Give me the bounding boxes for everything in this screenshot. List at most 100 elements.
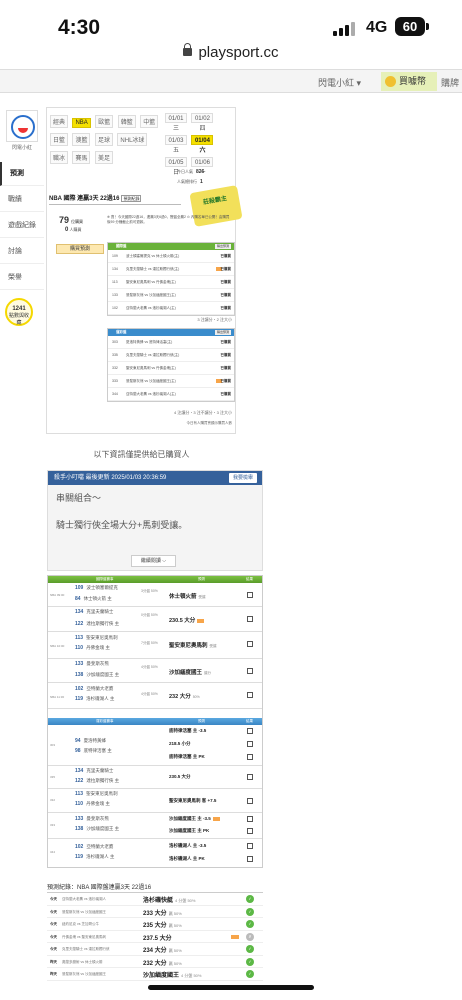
win-icon: ✓	[246, 957, 254, 966]
sidebar-item-predict[interactable]: 預測	[0, 162, 44, 186]
date-tab[interactable]: 01/01 三	[165, 113, 187, 132]
buy-coins-label: 買噱幣	[399, 76, 427, 86]
league-tab[interactable]: 韓籃	[117, 115, 136, 128]
buyer-count: 79 位購買	[59, 215, 84, 225]
table-row: 335 134 克里夫蘭騎士 122 達拉斯獨行俠 主 230.5 大分	[48, 766, 262, 789]
result-icon	[247, 616, 253, 622]
date-tab[interactable]: 01/05 日	[165, 157, 187, 176]
coin-icon	[385, 76, 396, 87]
sidebar-item-record[interactable]: 戰績	[0, 188, 44, 212]
report-button[interactable]: 我要檢舉	[228, 473, 257, 483]
league-tab[interactable]: 足球	[94, 133, 113, 146]
result-icon	[247, 754, 253, 760]
list-item: 昨天 曼斐斯灰熊 vs 沙加緬度國王 沙加緬度國王 4 分盤 50% ✓	[47, 968, 263, 981]
prediction-record-title: 預測紀錄：NBA 國際盤連贏3天 22過16	[47, 882, 263, 893]
buy-tickets-link[interactable]: 購牌	[441, 76, 459, 89]
table-row: 332 113 聖安東尼奧馬刺 110 丹佛金塊 主 聖安東尼奧馬刺 客 +7.5	[48, 789, 262, 813]
list-item: 今天 紐約尼克 vs 芝加哥公牛 235 大分贏 50% ✓	[47, 918, 263, 931]
result-icon	[247, 828, 253, 834]
lottery-footnote: 今日有人購買會顯示購買人數	[186, 421, 233, 425]
read-more-button[interactable]: 繼續閱讀 ⌵	[131, 555, 176, 567]
sidebar-item-game-log[interactable]: 遊戲紀錄	[0, 214, 44, 238]
table-row: 335 克里夫蘭騎士 vs 達拉斯獨行俠(主) 已購買	[108, 349, 234, 362]
analysis-line-1: 串關組合～	[56, 493, 102, 503]
table-row: 303 94 夏洛特黃蜂 98 底特律活塞 主 底特律活塞 主 -3.5 218.5…	[48, 725, 262, 766]
today-popularity: 今日人氣 826	[177, 169, 205, 175]
sidebar-item-discussion[interactable]: 討論	[0, 240, 44, 264]
date-tab[interactable]: 01/06 一	[191, 157, 214, 176]
result-icon	[247, 856, 253, 862]
intl-buy-button[interactable]: 購出預測	[214, 244, 231, 249]
table-row: 133 曼斐斯灰熊 vs 沙加緬度國王(主) 已購買	[108, 289, 234, 302]
top-nav: 閃電小紅 ▾ 買噱幣 購牌	[0, 69, 462, 93]
league-tab[interactable]: 日籃	[50, 133, 69, 146]
league-tab[interactable]: NHL冰球	[117, 133, 148, 146]
table-row: 333 曼斐斯灰熊 vs 沙加緬度國王(主) 已購買	[108, 375, 234, 388]
prediction-record-tag[interactable]: 預測紀錄	[121, 195, 142, 202]
league-tab[interactable]: 經典	[50, 115, 69, 128]
result-icon	[247, 843, 253, 849]
win-icon: ✓	[246, 920, 254, 928]
points-circle[interactable]: 1241 點數與收藏	[5, 298, 33, 326]
lottery-summary: 4 注讓分・3 注不讓分・3 注大小	[173, 410, 232, 415]
table-row: 102 亞特蘭大老鷹 vs 洛杉磯湖人(主) 已購買	[108, 302, 234, 315]
league-tab[interactable]: 歐籃	[95, 115, 114, 128]
intl-picks-table: 購出預測 國際盤 109 波士頓塞爾提克 vs 休士頓火箭(主) 已購買 134 克里夫…	[107, 242, 235, 316]
lottery-picks-table: 購出預測 運彩盤 303 夏洛特黃蜂 vs 底特律活塞(主) 已購買 335 克里夫蘭騎…	[107, 328, 235, 402]
status-bar: 4:30 4G 60	[0, 0, 462, 46]
league-tab[interactable]: 美足	[94, 151, 113, 164]
win-icon: ✓	[246, 970, 254, 978]
sidebar-username: 閃電小紅	[11, 145, 32, 151]
table-row: 134 克里夫蘭騎士 vs 達拉斯獨行俠(主) 已購買	[108, 263, 234, 276]
sidebar-item-honor[interactable]: 榮譽	[0, 266, 44, 290]
table-row: 332 聖安東尼奧馬刺 vs 丹佛金塊(主) 已購買	[108, 362, 234, 375]
league-tab[interactable]: 中籃	[140, 115, 159, 128]
total-rank: 人氣總排行 1	[177, 179, 203, 185]
analysis-header: 殺手小叮噹 最後更新 2025/01/03 20:36:59 我要檢舉	[48, 471, 262, 485]
intl-summary: 3 注讓分・2 注大小	[197, 317, 232, 322]
list-item: 今天 丹佛金塊 vs 聖安東尼奧馬刺 237.5 大分 ✗	[47, 931, 263, 943]
home-indicator[interactable]	[148, 985, 314, 990]
address-bar[interactable]: playsport.cc	[0, 43, 462, 68]
doraemon-avatar-icon	[11, 115, 35, 139]
table-row: 134 克里夫蘭騎士 122 達拉斯獨行俠 主 0分盤 50% 230.5 大分	[48, 607, 262, 632]
league-tab-nba[interactable]: NBA	[72, 118, 91, 128]
buy-prediction-button[interactable]: 購買預測	[56, 244, 104, 254]
result-icon	[247, 774, 253, 780]
lose-icon: ✗	[246, 932, 254, 941]
lottery-buy-button[interactable]: 購出預測	[214, 330, 231, 335]
intl-table-head: 購出預測 國際盤	[108, 243, 234, 250]
table-row: 113 聖安東尼奧馬刺 vs 丹佛金塊(主) 已購買	[108, 276, 234, 289]
intl-picks-detail: 國際盤賽事 預測 結果 NBA 09:00 109 波士頓塞爾提克 84 休士頓火箭 主…	[47, 575, 263, 868]
section-title: 以下資訊僅提供給已購買人	[93, 450, 190, 459]
table-row: 109 波士頓塞爾提克 vs 休士頓火箭(主) 已購買	[108, 250, 234, 263]
result-icon	[247, 728, 253, 734]
table-row: NBA 10:00 113 聖安東尼奧馬刺 110 丹佛金塊 主 7分盤 50% 聖…	[48, 632, 262, 659]
win-icon: ✓	[246, 945, 254, 953]
date-tab[interactable]: 01/03 五	[165, 135, 187, 154]
table-row: 344 102 亞特蘭大老鷹 119 洛杉磯湖人 主 洛杉磯湖人 主 -3.5 洛杉…	[48, 839, 262, 867]
user-menu[interactable]: 閃電小紅 ▾	[318, 76, 361, 89]
date-tab[interactable]: 01/02 四	[191, 113, 214, 132]
buy-coins-button[interactable]: 買噱幣	[381, 72, 437, 91]
lock-icon	[183, 43, 193, 56]
result-icon	[247, 816, 253, 822]
table-row: 133 曼斐斯灰熊 138 沙加緬度國王 主 4分盤 50% 沙加緬度國王 讓分	[48, 659, 262, 683]
signal-icon	[333, 22, 357, 36]
lottery-detail-head: 運彩盤賽事 預測 結果	[48, 718, 262, 725]
league-tab[interactable]: 職冰	[50, 151, 69, 164]
points-value: 1241	[12, 306, 26, 312]
intl-detail-head: 國際盤賽事 預測 結果	[48, 576, 262, 583]
list-item: 今天 克里夫蘭騎士 vs 達拉斯獨行俠 234 大分贏 50% ✓	[47, 943, 263, 956]
result-icon	[247, 741, 253, 747]
date-tab-selected[interactable]: 01/04 六	[191, 135, 214, 154]
battery-icon: 60	[395, 17, 429, 36]
hot-icon	[212, 816, 220, 821]
league-tab[interactable]: 澳籃	[72, 133, 91, 146]
league-tab[interactable]: 賽馬	[72, 151, 91, 164]
status-time: 4:30	[58, 16, 101, 39]
panel-title: NBA 國際 連贏3天 22過16 預測紀錄	[49, 193, 181, 205]
buyer-count-sub: 0 人購買	[65, 227, 82, 233]
league-tabs: 經典 NBA 歐籃 韓籃 中籃 日籃 澳籃 足球 NHL冰球 職冰 賽馬 美足	[50, 111, 162, 165]
avatar[interactable]	[6, 110, 38, 142]
